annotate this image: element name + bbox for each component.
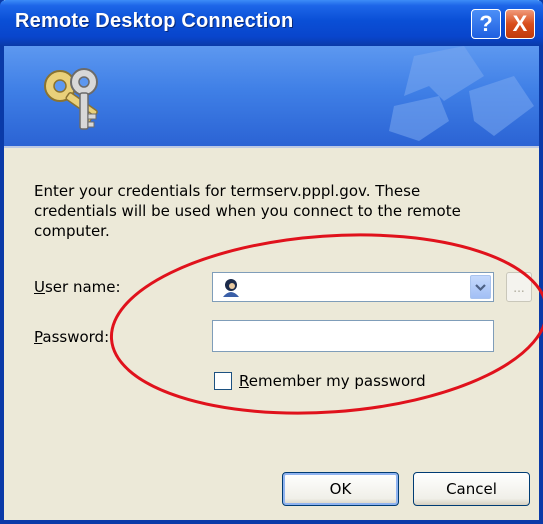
username-combobox[interactable] [212, 272, 494, 302]
remote-desktop-dialog: Remote Desktop Connection ? X Enter your… [0, 0, 543, 524]
close-button[interactable]: X [505, 9, 535, 39]
browse-button[interactable]: ... [506, 272, 532, 302]
help-icon: ? [479, 11, 493, 36]
header-banner [4, 46, 539, 148]
help-button[interactable]: ? [471, 9, 501, 39]
credentials-panel: Enter your credentials for termserv.pppl… [4, 148, 539, 520]
banner-watermark-icon [389, 46, 534, 141]
ok-button[interactable]: OK [282, 472, 399, 506]
remember-password-label[interactable]: Remember my password [239, 372, 426, 390]
title-bar[interactable]: Remote Desktop Connection ? X [0, 0, 543, 46]
password-label: Password: [34, 328, 110, 346]
cancel-button[interactable]: Cancel [413, 472, 530, 506]
username-label: User name: [34, 278, 121, 296]
close-icon: X [512, 11, 528, 36]
password-field[interactable] [212, 320, 494, 352]
window-title: Remote Desktop Connection [15, 10, 294, 32]
remember-password-checkbox[interactable] [214, 372, 232, 390]
chevron-down-icon [475, 284, 486, 292]
user-icon [223, 279, 239, 297]
username-dropdown-button[interactable] [470, 275, 491, 299]
keys-icon [44, 68, 98, 130]
credentials-description: Enter your credentials for termserv.pppl… [34, 182, 461, 240]
